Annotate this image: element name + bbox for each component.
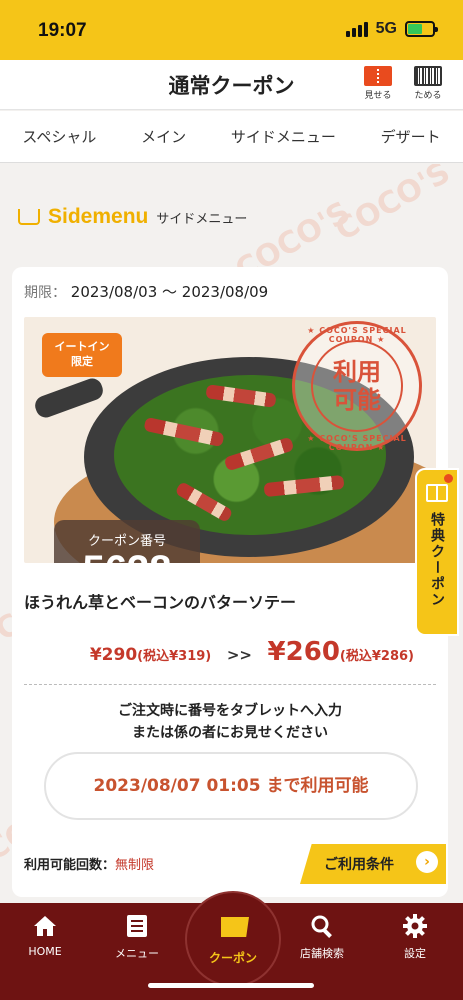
instruction-line1: ご注文時に番号をタブレットへ入力 (118, 703, 342, 719)
old-price-tax: (税込¥319) (137, 649, 212, 664)
stamp-ring-text: ★ COCO'S SPECIAL COUPON ★ (307, 326, 407, 344)
nav-coupon-label: クーポン (208, 951, 257, 965)
special-coupon-tab[interactable]: 特典クーポン (415, 468, 459, 636)
period-label: 期限： (24, 285, 66, 301)
signal-icon (345, 21, 368, 37)
stamp-ring-text-bottom: ★ COCO'S SPECIAL COUPON ★ (307, 434, 407, 452)
tab-main[interactable]: メイン (141, 126, 186, 147)
section-title-jp: サイドメニュー (156, 212, 248, 227)
price-arrow: >> (226, 646, 252, 664)
pan-handle (32, 375, 106, 421)
nav-store-search[interactable]: 店舗検索 (282, 913, 362, 961)
nav-store-search-label: 店舗検索 (300, 947, 344, 960)
special-coupon-label: 特典クーポン (429, 512, 445, 608)
coupon-period: 期限： 2023/08/03 〜 2023/08/09 (24, 281, 268, 302)
conditions-label: ご利用条件 (324, 857, 394, 873)
stamp-text-line1: 利用 (333, 358, 381, 386)
section-heading: Sidemenu サイドメニュー (18, 205, 247, 229)
usage-count: 利用可能回数：無制限 (24, 854, 154, 873)
save-label: ためる (414, 91, 442, 101)
coupon-number-label: クーポン番号 (87, 534, 166, 549)
valid-until: 2023/08/07 01:05 まで利用可能 (44, 752, 418, 820)
tab-sidemenu[interactable]: サイドメニュー (231, 126, 336, 147)
status-time: 19:07 (38, 20, 87, 41)
show-label: 見せる (364, 91, 392, 101)
eat-in-badge-line1: イートイン (54, 340, 110, 353)
usage-instructions: ご注文時に番号をタブレットへ入力 または係の者にお見せください (12, 700, 448, 744)
save-button[interactable]: ためる (410, 66, 446, 101)
usage-count-label: 利用可能回数： (24, 858, 116, 873)
status-bar: 19:07 5G (0, 0, 463, 60)
old-price: ¥290 (89, 645, 138, 665)
home-icon (5, 913, 85, 939)
new-price: ¥260 (267, 637, 340, 667)
coupon-number-box: クーポン番号 5638 (54, 520, 200, 563)
barcode-icon (414, 66, 442, 86)
instruction-line2: または係の者にお見せください (132, 725, 328, 741)
network-label: 5G (375, 20, 397, 37)
conditions-button[interactable]: ご利用条件 › (300, 844, 446, 884)
search-icon (282, 913, 362, 939)
tab-special[interactable]: スペシャル (22, 126, 96, 147)
coupon-card: 期限： 2023/08/03 〜 2023/08/09 イートイン 限定 ★ C… (12, 267, 448, 897)
tab-dessert[interactable]: デザート (381, 126, 441, 147)
usage-count-value: 無制限 (115, 858, 155, 873)
nav-settings-label: 設定 (404, 947, 426, 960)
eat-in-badge-line2: 限定 (71, 355, 93, 368)
gift-icon (426, 484, 448, 502)
status-indicators: 5G (345, 20, 438, 38)
nav-menu[interactable]: メニュー (97, 913, 177, 961)
product-name: ほうれん草とベーコンのバターソテー (24, 593, 297, 612)
nav-settings[interactable]: 設定 (375, 913, 455, 961)
battery-icon (405, 21, 438, 37)
period-dates: 2023/08/03 〜 2023/08/09 (70, 283, 269, 301)
show-button[interactable]: 見せる (360, 66, 396, 101)
nav-home-label: HOME (28, 945, 62, 958)
stamp-text: 利用 可能 (295, 358, 419, 414)
nav-menu-label: メニュー (115, 947, 159, 960)
divider (24, 684, 436, 685)
gear-icon (375, 913, 455, 939)
cup-icon (18, 209, 40, 225)
header: 通常クーポン 見せる ためる (0, 60, 463, 110)
menu-book-icon (97, 913, 177, 939)
nav-home[interactable]: HOME (5, 913, 85, 958)
chevron-right-icon: › (416, 851, 438, 873)
category-tabs: スペシャル メイン サイドメニュー デザート (0, 111, 463, 163)
stamp-text-line2: 可能 (333, 386, 381, 414)
nav-coupon[interactable]: クーポン (185, 891, 281, 987)
show-icon (364, 66, 392, 86)
eat-in-only-badge: イートイン 限定 (42, 333, 122, 377)
section-title-en: Sidemenu (48, 205, 149, 228)
home-indicator (148, 983, 314, 988)
coupon-number: 5638 (54, 548, 200, 563)
product-photo: イートイン 限定 ★ COCO'S SPECIAL COUPON ★ 利用 可能… (24, 317, 436, 563)
price-row: ¥290(税込¥319) >> ¥260(税込¥286) (12, 637, 448, 667)
notification-dot (444, 474, 453, 483)
available-stamp: ★ COCO'S SPECIAL COUPON ★ 利用 可能 ★ COCO'S… (292, 321, 422, 452)
new-price-tax: (税込¥286) (339, 649, 414, 664)
coupon-icon (221, 917, 249, 937)
